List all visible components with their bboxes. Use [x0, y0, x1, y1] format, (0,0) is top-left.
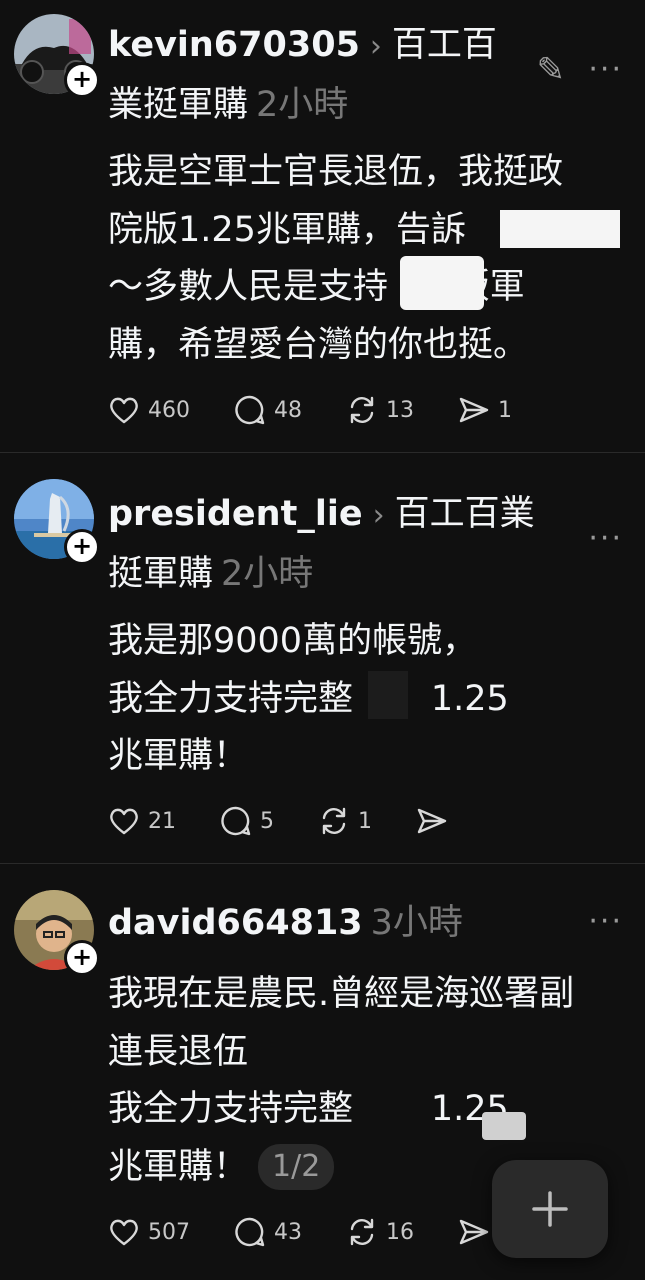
heart-icon: [110, 808, 138, 835]
repost-count: 1: [358, 808, 372, 834]
topic-tag-cont[interactable]: 挺軍購: [108, 554, 213, 594]
repost-icon: [350, 1218, 374, 1246]
topic-tag[interactable]: 百工百業: [395, 494, 535, 534]
action-bar: 460 48 13 1: [108, 390, 512, 430]
share-count: 1: [498, 397, 512, 423]
comment-icon: [235, 395, 265, 425]
timestamp: 2小時: [221, 554, 314, 594]
comment-icon: [221, 806, 251, 836]
post-text-content: 我現在是農民.曾經是海巡署副 連長退伍 我全力支持完整 1.25 兆軍購！: [108, 974, 575, 1187]
more-options-icon[interactable]: ···: [588, 52, 623, 87]
share-button[interactable]: 1: [458, 395, 512, 425]
repost-count: 16: [386, 1219, 414, 1245]
reply-button[interactable]: 48: [234, 394, 302, 426]
redaction-mark: [400, 256, 484, 310]
username[interactable]: kevin670305: [108, 25, 360, 65]
post-1[interactable]: + kevin670305 › 百工百 業挺軍購 2小時 ✎ ··· 我是空軍士官長退…: [0, 0, 645, 452]
follow-plus-icon[interactable]: +: [64, 529, 100, 565]
like-count: 21: [148, 808, 176, 834]
like-button[interactable]: 21: [108, 806, 176, 836]
reply-button[interactable]: 43: [234, 1216, 302, 1248]
follow-plus-icon[interactable]: +: [64, 62, 100, 98]
like-count: 507: [148, 1219, 190, 1245]
redaction-mark: [482, 1112, 526, 1140]
timestamp: 2小時: [256, 85, 349, 125]
post-header: david664813 3小時: [108, 894, 540, 952]
post-text: 我是那9000萬的帳號， 我全力支持完整 1.25 兆軍購！: [108, 621, 509, 776]
send-icon: [417, 808, 447, 834]
post-2[interactable]: + president_lie › 百工百業 挺軍購 2小時 ··· 我是那9000萬…: [0, 453, 645, 863]
plus-icon: [532, 1191, 568, 1227]
topic-tag-cont[interactable]: 業挺軍購: [108, 85, 248, 125]
timestamp: 3小時: [370, 903, 463, 943]
post-header: president_lie › 百工百業 挺軍購 2小時: [108, 485, 540, 603]
reply-count: 48: [274, 397, 302, 423]
topic-tag[interactable]: 百工百: [392, 25, 497, 65]
reply-button[interactable]: 5: [220, 805, 274, 837]
more-options-icon[interactable]: ···: [588, 904, 623, 939]
reply-count: 43: [274, 1219, 302, 1245]
action-bar: 21 5 1: [108, 801, 456, 841]
like-button[interactable]: 460: [108, 395, 190, 425]
repost-count: 13: [386, 397, 414, 423]
follow-plus-icon[interactable]: +: [64, 940, 100, 976]
repost-button[interactable]: 1: [318, 805, 372, 837]
reply-count: 5: [260, 808, 274, 834]
compose-button[interactable]: [492, 1160, 608, 1258]
comment-icon: [235, 1217, 265, 1247]
heart-icon: [110, 1219, 138, 1246]
redaction-mark: [368, 671, 408, 719]
like-button[interactable]: 507: [108, 1217, 190, 1247]
username[interactable]: president_lie: [108, 494, 363, 534]
username[interactable]: david664813: [108, 903, 363, 943]
more-options-icon[interactable]: ···: [588, 521, 623, 556]
repost-icon: [322, 807, 346, 835]
chevron-right-icon: ›: [369, 29, 382, 64]
send-icon: [459, 1219, 489, 1245]
share-button[interactable]: [416, 806, 456, 836]
action-bar: 507 43 16: [108, 1212, 498, 1252]
repost-button[interactable]: 13: [346, 394, 414, 426]
thread-pager[interactable]: 1/2: [258, 1143, 335, 1190]
repost-button[interactable]: 16: [346, 1216, 414, 1248]
heart-icon: [110, 397, 138, 424]
redaction-mark: [500, 210, 620, 248]
send-icon: [459, 397, 489, 423]
post-header: kevin670305 › 百工百 業挺軍購 2小時: [108, 16, 540, 134]
repost-icon: [350, 396, 374, 424]
like-count: 460: [148, 397, 190, 423]
edit-icon[interactable]: ✎: [537, 50, 566, 90]
chevron-right-icon: ›: [372, 498, 385, 533]
post-text: 我是空軍士官長退伍，我挺政 院版1.25兆軍購，告訴 ～多數人民是支持 版軍 購…: [108, 152, 564, 365]
